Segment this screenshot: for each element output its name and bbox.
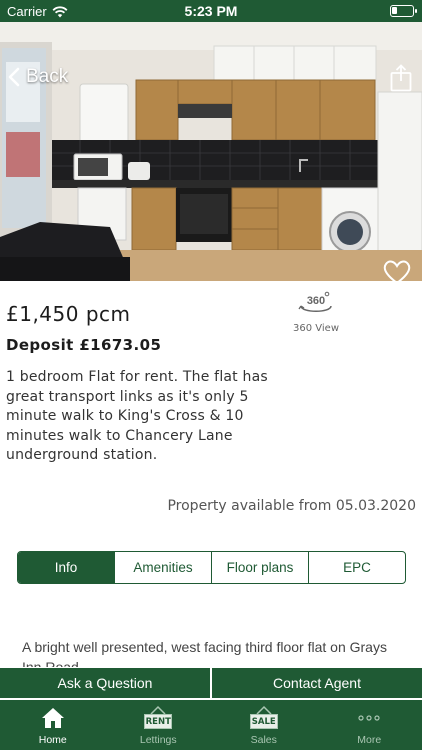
back-button[interactable]: Back	[8, 66, 68, 88]
rent-sign-icon: RENT	[142, 705, 174, 731]
chevron-left-icon	[8, 67, 20, 87]
property-photo[interactable]: Back	[0, 22, 422, 281]
tab-epc[interactable]: EPC	[308, 552, 405, 583]
bottom-tab-bar: Home RENT Lettings SALE Sales More	[0, 700, 422, 750]
tabbar-label-lettings: Lettings	[139, 734, 177, 746]
tabbar-label-more: More	[357, 734, 382, 746]
action-bar: Ask a Question Contact Agent	[0, 667, 422, 698]
home-icon	[41, 708, 64, 728]
heart-icon[interactable]	[382, 258, 412, 281]
tab-info[interactable]: Info	[18, 552, 114, 583]
contact-agent-button[interactable]: Contact Agent	[212, 668, 422, 698]
360-view-icon: 360	[298, 291, 332, 312]
view-360-label: 360 View	[293, 323, 339, 334]
svg-text:360: 360	[307, 295, 325, 307]
property-description: 1 bedroom Flat for rent. The flat has gr…	[6, 369, 268, 463]
sale-sign-icon: SALE	[248, 705, 280, 731]
battery-icon	[390, 5, 417, 17]
ask-question-button[interactable]: Ask a Question	[0, 668, 210, 698]
tabbar-item-more[interactable]: More	[317, 700, 422, 750]
view-360-button[interactable]: 360 360 View	[288, 290, 344, 334]
clock: 5:23 PM	[184, 3, 238, 19]
detail-tabs: Info Amenities Floor plans EPC	[17, 551, 406, 584]
status-bar: Carrier 5:23 PM	[0, 0, 422, 22]
tabbar-label-sales: Sales	[250, 734, 277, 746]
tab-floor-plans[interactable]: Floor plans	[211, 552, 308, 583]
more-dots-icon	[358, 715, 380, 721]
share-icon[interactable]	[390, 64, 412, 92]
tabbar-item-lettings[interactable]: RENT Lettings	[106, 700, 212, 750]
tab-amenities[interactable]: Amenities	[114, 552, 211, 583]
deposit-amount: Deposit £1673.05	[6, 336, 162, 354]
tabbar-item-home[interactable]: Home	[0, 700, 106, 750]
rent-sign-text: RENT	[144, 714, 173, 729]
rent-price: £1,450 pcm	[6, 302, 131, 326]
kitchen-photo-illustration	[0, 22, 422, 281]
sale-sign-text: SALE	[249, 714, 278, 729]
availability-date: Property available from 05.03.2020	[167, 498, 416, 514]
back-label: Back	[26, 66, 69, 87]
tabbar-item-sales[interactable]: SALE Sales	[211, 700, 317, 750]
tabbar-label-home: Home	[38, 734, 67, 746]
